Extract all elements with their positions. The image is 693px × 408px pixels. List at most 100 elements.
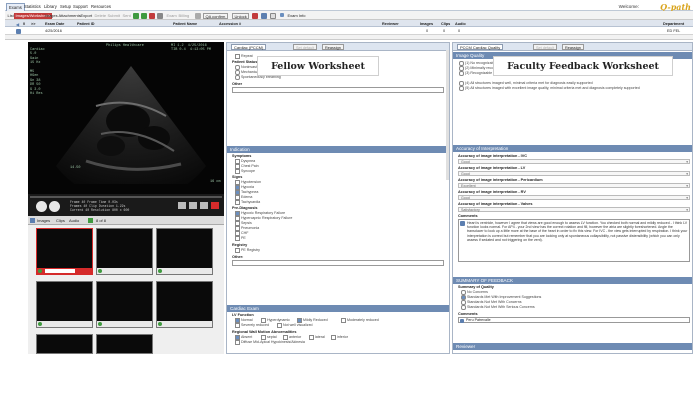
sent-button[interactable]: Sent — [121, 13, 132, 19]
tab-library[interactable]: Library — [42, 3, 59, 10]
thumbnail[interactable] — [96, 228, 153, 275]
col-accession[interactable]: Accession # — [219, 22, 241, 26]
thumbnail[interactable] — [96, 334, 153, 354]
other-field-2[interactable] — [232, 260, 444, 266]
lv-option[interactable]: Normal — [235, 318, 253, 323]
lv-option[interactable]: Moderately reduced — [341, 318, 379, 323]
signer-field[interactable]: Peru Patrevalle — [458, 317, 690, 323]
tab-support[interactable]: Support — [71, 3, 90, 10]
accuracy-rv-select[interactable]: Good — [458, 195, 690, 201]
summary-option[interactable]: Standards Met With Improvement Suggestio… — [461, 295, 541, 300]
thumbnail[interactable] — [96, 281, 153, 328]
qa-confirm-button[interactable]: QA confirm — [203, 12, 228, 19]
symptom-checkbox[interactable]: Dyspnea — [235, 159, 255, 164]
tab-resources[interactable]: Resources — [89, 3, 113, 10]
billing-button[interactable]: Billing — [177, 13, 191, 19]
other-field[interactable] — [232, 87, 444, 93]
next-frame-icon[interactable] — [49, 201, 60, 212]
sign-checkbox[interactable]: Edema — [235, 195, 252, 200]
accuracy-valves-select[interactable]: Satisfactory — [458, 207, 690, 213]
rwma-option[interactable]: inferior — [331, 335, 348, 340]
fellow-scrollbar[interactable] — [446, 50, 449, 180]
col-exam-date[interactable]: Exam Date — [45, 22, 64, 26]
repeat-checkbox[interactable]: Repeat — [235, 54, 253, 59]
flag-icon[interactable] — [252, 12, 258, 19]
images-tab-icon[interactable] — [30, 218, 35, 223]
col-audio[interactable]: Audio — [455, 22, 466, 26]
add-icon[interactable] — [133, 12, 139, 19]
fellow-worksheet-select[interactable]: Cardiac (PCCM) — [231, 44, 267, 50]
registry-checkbox[interactable]: PE Registry — [235, 248, 260, 253]
grid-icon[interactable] — [261, 12, 267, 19]
accuracy-ivc-select[interactable]: Good — [458, 159, 690, 165]
col-clips[interactable]: Clips — [441, 22, 450, 26]
col-patient-name[interactable]: Patient Name — [173, 22, 197, 26]
sign-checkbox[interactable]: Tachycardia — [235, 200, 260, 205]
quality-option[interactable]: (4) All structures imaged well, minimal … — [459, 81, 691, 86]
col-reviewer[interactable]: Reviewer — [382, 22, 399, 26]
unlock-button[interactable]: Unlock — [232, 12, 250, 19]
faculty-reassign-button[interactable]: Reassign — [562, 44, 584, 50]
rwma-option[interactable]: lateral — [309, 335, 325, 340]
grid-scrollbar[interactable] — [5, 35, 693, 40]
lv-option[interactable]: Hyperdynamic — [261, 318, 290, 323]
symptom-checkbox[interactable]: Syncope — [235, 169, 255, 174]
camera-icon[interactable] — [178, 202, 186, 209]
symptom-checkbox[interactable]: Chest Pain — [235, 164, 259, 169]
rwma-option[interactable]: Diffuse Mid-Apical Hypokinesis/Akinesia — [235, 340, 305, 345]
diagnosis-checkbox[interactable]: Pneumonia — [235, 226, 259, 231]
comments-field[interactable]: Heart is ventricle, however I agree that… — [458, 219, 690, 262]
sign-checkbox[interactable]: Hypoxia — [235, 185, 254, 190]
play-all-icon[interactable] — [88, 218, 93, 223]
sign-checkbox[interactable]: Tachypnea — [235, 190, 258, 195]
forward-icon[interactable] — [141, 12, 147, 19]
loop-icon[interactable] — [200, 202, 208, 209]
pause-icon[interactable] — [36, 201, 47, 212]
exam-info-checkbox[interactable] — [280, 13, 284, 17]
tab-audio[interactable]: Audio — [69, 218, 79, 223]
submit-button[interactable]: Submit — [106, 13, 121, 19]
quality-option[interactable]: (5) All structures imaged with excellent… — [459, 86, 689, 91]
fellow-set-default-button[interactable]: Set default — [293, 44, 318, 50]
col-department[interactable]: Department — [663, 22, 684, 26]
diagnosis-checkbox[interactable]: Hypercapnic Respiratory Failure — [235, 216, 292, 221]
col-patient-id[interactable]: Patient ID — [77, 22, 95, 26]
summary-option[interactable]: Standards Not Met With Serious Concerns — [461, 305, 535, 310]
thumbnail[interactable] — [36, 281, 93, 328]
accuracy-pericardium-select[interactable]: Excellent — [458, 183, 690, 189]
back-icon[interactable]: ◀ — [16, 22, 19, 27]
table-row[interactable]: 4/25/2016 0 0 0 ED FEL — [5, 27, 693, 35]
rwma-option[interactable]: septal — [261, 335, 277, 340]
lv-option[interactable]: Severely reduced — [235, 323, 269, 328]
ultrasound-viewer[interactable]: Cardiac 5.0 Gain 15 Hz M5 HGen Gn 38 DR … — [28, 42, 224, 194]
thumbnail[interactable] — [156, 281, 213, 328]
fellow-reassign-button[interactable]: Reassign — [322, 44, 344, 50]
record-icon[interactable] — [211, 202, 219, 209]
diagnosis-checkbox[interactable]: PE — [235, 236, 246, 241]
rwma-option[interactable]: anterior — [283, 335, 301, 340]
lv-option[interactable]: Not well visualized — [277, 323, 313, 328]
diagnosis-checkbox[interactable]: CHF — [235, 231, 248, 236]
stop-icon[interactable] — [149, 12, 155, 19]
rwma-option[interactable]: Absent — [235, 335, 252, 340]
window-icon[interactable] — [270, 12, 276, 19]
tab-statistics[interactable]: Statistics — [22, 3, 43, 10]
thumbnail[interactable] — [36, 228, 93, 275]
signature-icon[interactable] — [460, 221, 465, 226]
tab-images[interactable]: Images — [37, 218, 50, 223]
faculty-set-default-button[interactable]: Set default — [533, 44, 558, 50]
print-icon[interactable] — [157, 12, 163, 19]
summary-option[interactable]: Standards Not Met With Concerns — [461, 300, 522, 305]
sign-checkbox[interactable]: Hypotension — [235, 180, 261, 185]
faculty-worksheet-select[interactable]: PCCM Cardiac Quality — [457, 44, 504, 50]
export-button[interactable]: Export — [79, 13, 94, 19]
lv-option[interactable]: Mildly Reduced — [297, 318, 328, 323]
thumbnail[interactable] — [156, 228, 213, 275]
next-icon[interactable]: >> — [31, 22, 35, 26]
timeline-slider[interactable] — [30, 196, 222, 198]
diagnosis-checkbox[interactable]: Sepsis — [235, 221, 252, 226]
fullscreen-icon[interactable] — [189, 202, 197, 209]
col-images[interactable]: Images — [420, 22, 433, 26]
accuracy-lv-select[interactable]: Good — [458, 171, 690, 177]
diagnosis-checkbox[interactable]: Hypoxic Respiratory Failure — [235, 211, 285, 216]
